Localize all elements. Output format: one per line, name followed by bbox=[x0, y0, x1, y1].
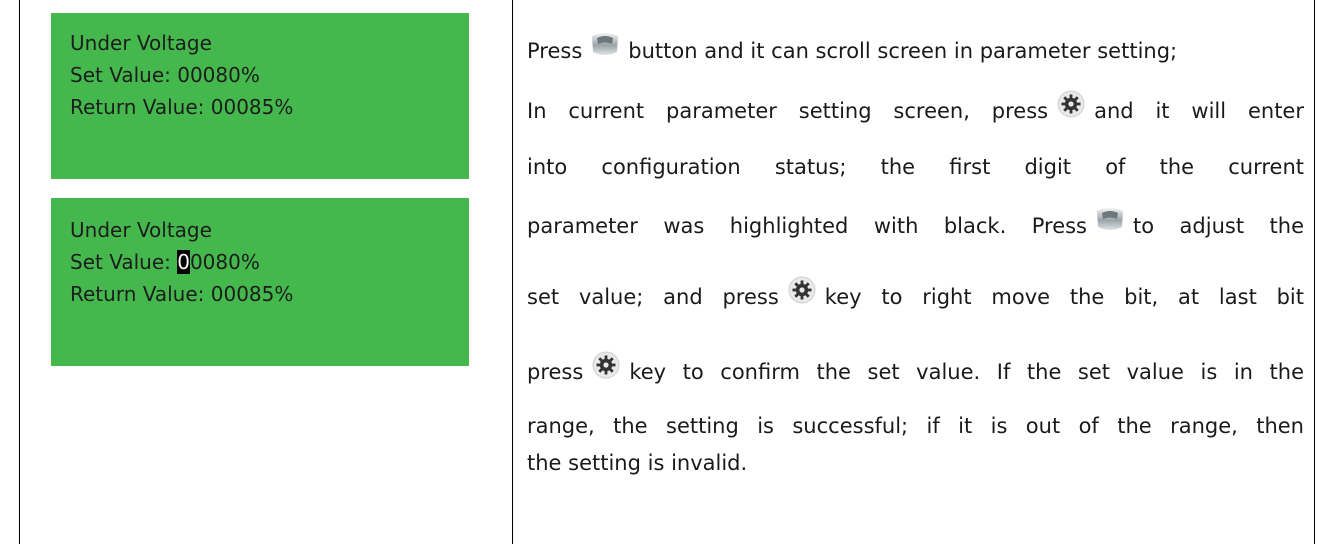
set-label: Set Value: bbox=[70, 250, 178, 274]
instruction-line-4: parameter was highlighted with black. Pr… bbox=[527, 208, 1304, 241]
return-label: Return Value: bbox=[70, 95, 211, 119]
instruction-line-3: into configuration status; the first dig… bbox=[527, 155, 1304, 179]
instruction-line-6: press key to confirm the set value. If th… bbox=[527, 351, 1304, 387]
lcd-title: Under Voltage bbox=[70, 218, 212, 242]
text-segment: to adjust the bbox=[1133, 214, 1304, 238]
return-label: Return Value: bbox=[70, 282, 211, 306]
instruction-line-1: Press button and it can scroll screen in … bbox=[527, 33, 1304, 66]
text-segment: button and it can scroll screen in param… bbox=[628, 39, 1178, 63]
lcd-screen-normal: Under Voltage Set Value: 00080% Return V… bbox=[51, 13, 469, 179]
text-segment: press bbox=[527, 360, 584, 384]
set-value-rest: 0080% bbox=[189, 250, 260, 274]
text-segment: In current parameter setting screen, pre… bbox=[527, 99, 1049, 123]
lcd-return-row: Return Value: 00085% bbox=[70, 91, 469, 123]
set-label: Set Value: bbox=[70, 63, 178, 87]
scroll-button-icon bbox=[591, 30, 619, 58]
set-value: 00080% bbox=[177, 63, 260, 87]
lcd-title: Under Voltage bbox=[70, 31, 212, 55]
highlighted-digit: 0 bbox=[177, 250, 190, 274]
text-segment: key to right move the bit, at last bit bbox=[824, 285, 1305, 309]
return-value: 00085% bbox=[210, 95, 294, 119]
lcd-set-row: Set Value: 00080% bbox=[70, 59, 469, 91]
return-value: 00085% bbox=[210, 282, 294, 306]
text-segment: and it will enter bbox=[1094, 99, 1304, 123]
instruction-line-7: range, the setting is successful; if it … bbox=[527, 414, 1304, 438]
text-segment: Press bbox=[527, 39, 583, 63]
scroll-button-icon bbox=[1096, 205, 1124, 233]
instruction-line-5: set value; and press key to right move th… bbox=[527, 276, 1305, 312]
gear-icon bbox=[788, 276, 816, 304]
gear-icon bbox=[592, 351, 620, 379]
column-divider bbox=[512, 0, 513, 544]
lcd-screen-editing: Under Voltage Set Value: 00080% Return V… bbox=[51, 198, 469, 366]
lcd-return-row: Return Value: 00085% bbox=[70, 278, 469, 310]
gear-icon bbox=[1057, 90, 1085, 118]
instruction-line-8: the setting is invalid. bbox=[527, 451, 748, 475]
instruction-line-2: In current parameter setting screen, pre… bbox=[527, 90, 1304, 126]
text-segment: key to confirm the set value. If the set… bbox=[629, 360, 1304, 384]
text-segment: parameter was highlighted with black. Pr… bbox=[527, 214, 1087, 238]
text-segment: set value; and press bbox=[527, 285, 779, 309]
lcd-set-row: Set Value: 00080% bbox=[70, 246, 469, 278]
